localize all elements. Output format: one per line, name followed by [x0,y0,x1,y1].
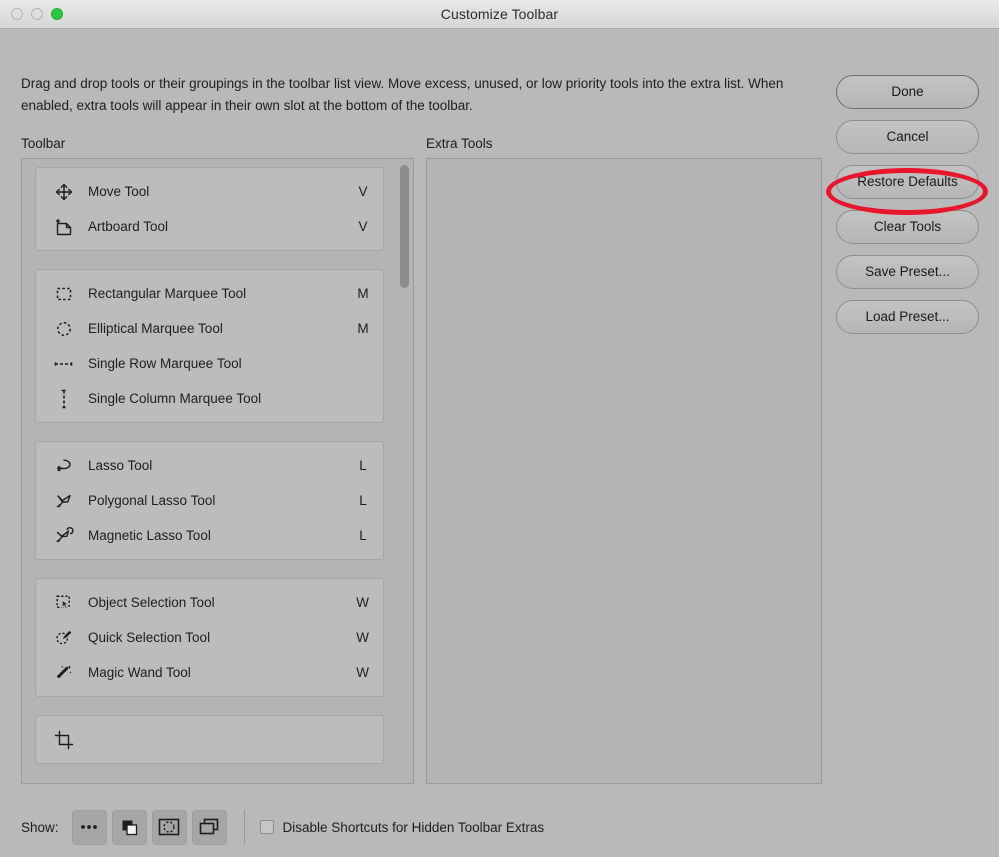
tool-row[interactable]: Magnetic Lasso Tool L [36,518,383,553]
tool-row[interactable]: Quick Selection Tool W [36,620,383,655]
tool-name: Quick Selection Tool [88,630,211,645]
bottom-bar-divider [243,810,245,844]
tool-name: Single Row Marquee Tool [88,356,242,371]
show-label: Show: [21,819,59,835]
elliptical-marquee-tool-icon [52,318,76,340]
tool-row[interactable]: Single Row Marquee Tool [36,346,383,381]
screen-mode-button[interactable] [191,809,227,845]
tool-shortcut: L [359,528,367,543]
tool-row[interactable]: Move Tool V [36,174,383,209]
dialog-button-column: Done Cancel Restore Defaults Clear Tools Sav… [836,75,979,345]
tool-row[interactable]: Rectangular Marquee Tool M [36,276,383,311]
minimize-button[interactable] [31,8,43,20]
extra-tools-scrollbar[interactable] [806,162,819,780]
toolbar-list-scrollbar-thumb[interactable] [400,165,409,288]
extra-tools-container [427,159,805,783]
zoom-button[interactable] [51,8,63,20]
tool-name: Object Selection Tool [88,595,215,610]
object-selection-tool-icon [52,592,76,614]
tool-name: Rectangular Marquee Tool [88,286,247,301]
tool-group[interactable]: Lasso Tool L Polygonal Lasso Tool L Magnetic… [35,441,384,560]
extra-tools-list-panel[interactable] [426,158,822,784]
traffic-lights [11,0,63,28]
tool-group[interactable]: Rectangular Marquee Tool M Elliptical Marq… [35,269,384,423]
screen-mode-icon [198,817,220,837]
quick-mask-button[interactable] [151,809,187,845]
restore-defaults-button[interactable]: Restore Defaults [836,165,979,199]
disable-shortcuts-checkbox-row[interactable]: Disable Shortcuts for Hidden Toolbar Ext… [259,819,545,835]
tool-name: Lasso Tool [88,458,153,473]
dialog-body: Drag and drop tools or their groupings i… [0,29,999,845]
extra-tools-column-label: Extra Tools [426,136,493,151]
quick-mask-icon [157,817,181,837]
toolbar-groups-container: Move Tool V Artboard Tool V Rectangular Marq… [22,159,397,783]
magic-wand-tool-icon [52,662,76,684]
single-row-marquee-tool-icon [52,353,76,375]
polygonal-lasso-tool-icon [52,490,76,512]
crop-tool-icon [52,729,76,751]
tool-name: Move Tool [88,184,150,199]
dialog-description: Drag and drop tools or their groupings i… [21,76,784,113]
artboard-tool-icon [52,216,76,238]
move-tool-icon [52,181,76,203]
tool-row[interactable] [36,722,383,757]
toolbar-column-label: Toolbar [21,136,66,151]
save-preset-button[interactable]: Save Preset... [836,255,979,289]
tool-name: Magic Wand Tool [88,665,191,680]
toolbar-list-scrollbar[interactable] [398,162,411,780]
show-buttons-group [71,809,227,845]
color-swatches-icon [118,816,140,838]
tool-row[interactable]: Artboard Tool V [36,209,383,244]
tool-group[interactable]: Move Tool V Artboard Tool V [35,167,384,251]
tool-shortcut: V [358,184,368,199]
tool-group[interactable] [35,715,384,764]
tool-shortcut: W [356,630,369,645]
disable-shortcuts-label: Disable Shortcuts for Hidden Toolbar Ext… [282,819,545,835]
quick-selection-tool-icon [52,627,76,649]
tool-row[interactable]: Polygonal Lasso Tool L [36,483,383,518]
window-titlebar: Customize Toolbar [0,0,999,29]
tool-shortcut: V [358,219,368,234]
ellipsis-icon [78,822,100,832]
tool-row[interactable]: Single Column Marquee Tool [36,381,383,416]
tool-name: Elliptical Marquee Tool [88,321,223,336]
tool-row[interactable]: Elliptical Marquee Tool M [36,311,383,346]
tool-row[interactable]: Lasso Tool L [36,448,383,483]
tool-shortcut: L [359,493,367,508]
clear-tools-button[interactable]: Clear Tools [836,210,979,244]
cancel-button[interactable]: Cancel [836,120,979,154]
tool-group[interactable]: Object Selection Tool W Quick Selection To… [35,578,384,697]
tool-row[interactable]: Magic Wand Tool W [36,655,383,690]
tool-shortcut: W [356,595,369,610]
tool-row[interactable]: Object Selection Tool W [36,585,383,620]
window-title: Customize Toolbar [440,6,559,22]
tool-shortcut: L [359,458,367,473]
tool-name: Magnetic Lasso Tool [88,528,211,543]
lasso-tool-icon [52,455,76,477]
close-button[interactable] [11,8,23,20]
toolbar-list-panel[interactable]: Move Tool V Artboard Tool V Rectangular Marq… [21,158,414,784]
single-column-marquee-tool-icon [52,388,76,410]
tool-name: Artboard Tool [88,219,169,234]
load-preset-button[interactable]: Load Preset... [836,300,979,334]
tool-name: Single Column Marquee Tool [88,391,262,406]
tool-name: Polygonal Lasso Tool [88,493,216,508]
tool-shortcut: M [357,286,369,301]
rectangular-marquee-tool-icon [52,283,76,305]
bottom-bar: Show: Disable Shortcuts for Hidden Toolb… [0,797,999,857]
magnetic-lasso-tool-icon [52,525,76,547]
tool-shortcut: M [357,321,369,336]
extra-tools-ellipsis-button[interactable] [71,809,107,845]
done-button[interactable]: Done [836,75,979,109]
tool-shortcut: W [356,665,369,680]
foreground-background-color-button[interactable] [111,809,147,845]
